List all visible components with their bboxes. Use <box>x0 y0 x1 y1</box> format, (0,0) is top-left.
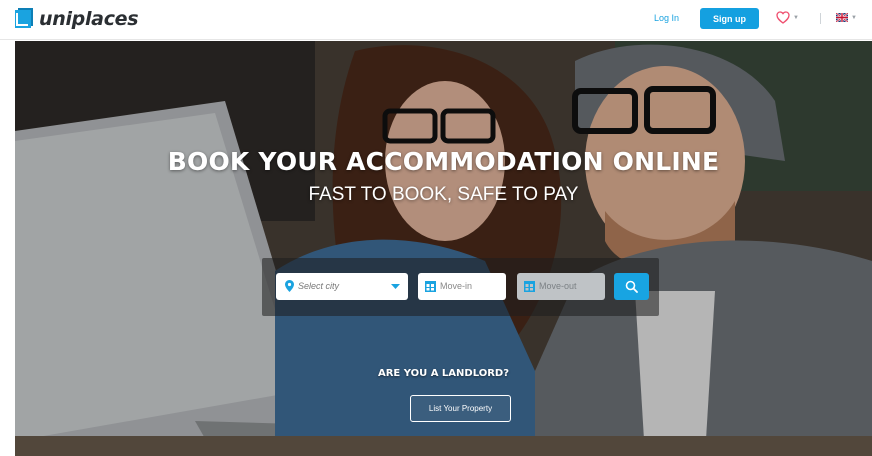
move-in-date-input[interactable]: Move-in <box>418 273 506 300</box>
search-icon <box>625 280 638 293</box>
language-selector[interactable]: ▼ <box>836 13 857 22</box>
login-link[interactable]: Log In <box>654 13 679 23</box>
search-bar: Select city Move-in Move-out <box>262 258 659 316</box>
signup-button[interactable]: Sign up <box>700 8 759 29</box>
landlord-heading: ARE YOU A LANDLORD? <box>377 368 510 379</box>
hero-background-photo <box>15 41 872 456</box>
chevron-down-icon <box>391 284 400 289</box>
move-out-placeholder: Move-out <box>539 281 577 291</box>
favorites-dropdown[interactable]: ▼ <box>776 11 799 24</box>
hero-subtitle: FAST TO BOOK, SAFE TO PAY <box>308 184 579 205</box>
logo-text: uniplaces <box>39 8 139 30</box>
heart-icon <box>776 11 790 24</box>
top-navbar: uniplaces Log In Sign up ▼ ▼ <box>0 0 872 40</box>
calendar-icon <box>524 281 535 292</box>
uniplaces-logo[interactable]: uniplaces <box>13 6 139 32</box>
list-property-button[interactable]: List Your Property <box>410 395 511 422</box>
logo-mark-icon <box>15 8 33 28</box>
city-select-placeholder: Select city <box>298 281 340 291</box>
move-out-date-input[interactable]: Move-out <box>517 273 605 300</box>
hero-title: BOOK YOUR ACCOMMODATION ONLINE <box>167 147 720 176</box>
city-select[interactable]: Select city <box>276 273 408 300</box>
move-in-placeholder: Move-in <box>440 281 473 291</box>
uk-flag-icon <box>836 13 848 22</box>
calendar-icon <box>425 281 436 292</box>
chevron-down-icon: ▼ <box>793 14 799 21</box>
location-pin-icon <box>285 280 294 292</box>
chevron-down-icon: ▼ <box>851 14 857 21</box>
hero-section: BOOK YOUR ACCOMMODATION ONLINE FAST TO B… <box>15 41 872 456</box>
nav-divider <box>820 13 821 24</box>
search-button[interactable] <box>614 273 649 300</box>
